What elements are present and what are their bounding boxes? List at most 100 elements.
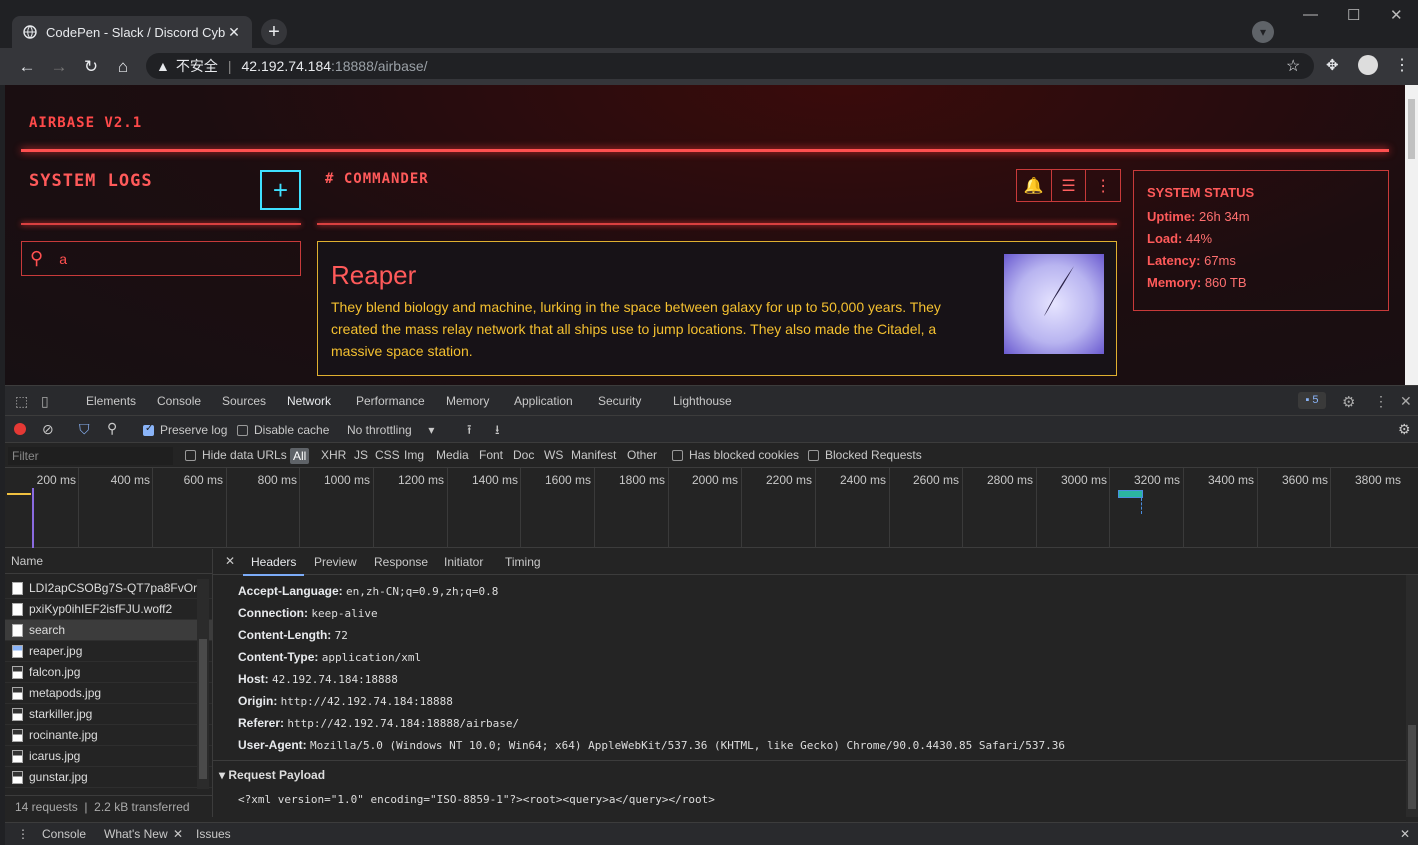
request-row[interactable]: falcon.jpg: [5, 662, 212, 683]
request-row[interactable]: reaper.jpg: [5, 641, 212, 662]
header-line: Connection: keep-alive: [238, 606, 378, 620]
disable-cache-checkbox[interactable]: Disable cache: [237, 423, 329, 437]
preserve-log-checkbox[interactable]: Preserve log: [143, 423, 227, 437]
tab-lighthouse[interactable]: Lighthouse: [673, 394, 732, 408]
drawer-menu-icon[interactable]: ⋮: [17, 827, 29, 841]
close-window-icon[interactable]: ✕: [1390, 6, 1403, 24]
type-filter-css[interactable]: CSS: [375, 448, 400, 462]
request-row[interactable]: starkiller.jpg: [5, 704, 212, 725]
settings-gear-icon[interactable]: ⚙: [1342, 393, 1355, 411]
tab-initiator[interactable]: Initiator: [444, 555, 483, 569]
type-filter-img[interactable]: Img: [404, 448, 424, 462]
type-filter-all[interactable]: All: [290, 448, 310, 464]
detail-scrollbar[interactable]: [1406, 575, 1418, 817]
tab-security[interactable]: Security: [598, 394, 641, 408]
header-line: Accept-Language: en,zh-CN;q=0.9,zh;q=0.8: [238, 584, 499, 598]
close-whats-new-icon[interactable]: ✕: [173, 827, 183, 841]
browser-menu-icon[interactable]: ⋮: [1394, 55, 1410, 75]
clear-icon[interactable]: ⊘: [42, 421, 54, 438]
request-row[interactable]: pxiKyp0ihIEF2isfFJU.woff2: [5, 599, 212, 620]
request-list-scroll-thumb[interactable]: [199, 639, 207, 779]
tab-elements[interactable]: Elements: [86, 394, 136, 408]
address-bar[interactable]: ▲ 不安全 | 42.192.74.184:18888/airbase/: [146, 53, 1314, 79]
hide-data-urls-checkbox[interactable]: Hide data URLs: [185, 448, 287, 462]
notification-bell-icon[interactable]: 🔔: [1017, 170, 1052, 201]
request-row[interactable]: icarus.jpg: [5, 746, 212, 767]
tab-headers[interactable]: Headers: [242, 555, 305, 576]
page-scroll-thumb[interactable]: [1408, 99, 1415, 159]
network-timeline[interactable]: 200 ms 400 ms 600 ms 800 ms 1000 ms 1200…: [5, 468, 1418, 548]
close-drawer-icon[interactable]: ✕: [1400, 827, 1410, 841]
detail-scroll-thumb[interactable]: [1408, 725, 1416, 809]
type-filter-ws[interactable]: WS: [544, 448, 563, 462]
tab-timing[interactable]: Timing: [505, 555, 541, 569]
type-filter-manifest[interactable]: Manifest: [571, 448, 616, 462]
tab-memory[interactable]: Memory: [446, 394, 489, 408]
timeline-load-marker: [1141, 498, 1142, 514]
drawer-tab-issues[interactable]: Issues: [196, 827, 231, 841]
device-toggle-icon[interactable]: ▯: [41, 393, 49, 410]
bookmark-star-icon[interactable]: ☆: [1286, 56, 1300, 76]
devtools-panel: ⬚ ▯ Elements Console Sources Network Per…: [5, 385, 1418, 845]
maximize-icon[interactable]: ☐: [1347, 6, 1360, 24]
request-row[interactable]: gunstar.jpg: [5, 767, 212, 788]
drawer-tab-console[interactable]: Console: [42, 827, 86, 841]
export-har-icon[interactable]: ⭳: [495, 421, 500, 443]
network-settings-icon[interactable]: ⚙: [1398, 421, 1411, 438]
network-toolbar: ⊘ ⛉ ⚲ Preserve log Disable cache No thro…: [5, 416, 1418, 443]
tab-sources[interactable]: Sources: [222, 394, 266, 408]
type-filter-other[interactable]: Other: [627, 448, 657, 462]
issues-badge[interactable]: ▪ 5: [1298, 392, 1326, 409]
request-row[interactable]: LDI2apCSOBg7S-QT7pa8FvOre.: [5, 578, 212, 599]
inspect-icon[interactable]: ⬚: [15, 393, 28, 410]
tab-console[interactable]: Console: [157, 394, 201, 408]
filter-icon[interactable]: ⛉: [79, 421, 90, 438]
import-har-icon[interactable]: ⭱: [467, 421, 472, 443]
extensions-icon[interactable]: ✥: [1326, 56, 1339, 74]
browser-tab[interactable]: CodePen - Slack / Discord Cyb ✕: [12, 16, 252, 48]
more-options-icon[interactable]: ⋮: [1086, 170, 1120, 201]
type-filter-js[interactable]: JS: [354, 448, 368, 462]
status-title: SYSTEM STATUS: [1147, 185, 1255, 200]
profile-avatar[interactable]: [1358, 55, 1378, 75]
record-icon[interactable]: [14, 423, 26, 435]
tab-network[interactable]: Network: [276, 394, 342, 418]
drawer-tab-whats-new[interactable]: What's New: [104, 827, 168, 841]
request-row[interactable]: rocinante.jpg: [5, 725, 212, 746]
search-network-icon[interactable]: ⚲: [107, 420, 117, 437]
request-row[interactable]: search: [5, 620, 212, 641]
tab-application[interactable]: Application: [514, 394, 573, 408]
type-filter-font[interactable]: Font: [479, 448, 503, 462]
request-payload-toggle[interactable]: ▾ Request Payload: [219, 768, 325, 782]
filter-input[interactable]: Filter: [8, 447, 173, 465]
home-icon[interactable]: ⌂: [112, 56, 134, 78]
request-row[interactable]: metapods.jpg: [5, 683, 212, 704]
new-tab-button[interactable]: +: [261, 19, 287, 45]
type-filter-doc[interactable]: Doc: [513, 448, 534, 462]
close-devtools-icon[interactable]: ✕: [1400, 393, 1412, 410]
forward-icon[interactable]: →: [48, 56, 70, 78]
request-list-scrollbar[interactable]: [197, 579, 209, 789]
search-input[interactable]: ⚲ a: [21, 241, 301, 276]
tab-preview[interactable]: Preview: [314, 555, 357, 569]
tab-response[interactable]: Response: [374, 555, 428, 569]
type-filter-media[interactable]: Media: [436, 448, 469, 462]
type-filter-xhr[interactable]: XHR: [321, 448, 346, 462]
back-icon[interactable]: ←: [16, 56, 38, 78]
name-column-header[interactable]: Name: [5, 549, 212, 574]
add-log-button[interactable]: +: [260, 170, 301, 210]
devtools-menu-icon[interactable]: ⋮: [1374, 393, 1388, 410]
reload-icon[interactable]: ↻: [80, 56, 102, 78]
throttling-select[interactable]: No throttling ▾: [347, 423, 434, 437]
tab-close-icon[interactable]: ✕: [226, 24, 242, 41]
status-row-latency: Latency: 67ms: [1147, 253, 1236, 268]
close-detail-icon[interactable]: ✕: [225, 554, 235, 568]
page-scrollbar[interactable]: [1405, 85, 1418, 385]
sliders-icon[interactable]: ☰: [1052, 170, 1087, 201]
blocked-requests-checkbox[interactable]: Blocked Requests: [808, 448, 922, 462]
tab-search-icon[interactable]: ▾: [1252, 21, 1274, 43]
status-row-load: Load: 44%: [1147, 231, 1213, 246]
blocked-cookies-checkbox[interactable]: Has blocked cookies: [672, 448, 799, 462]
tab-performance[interactable]: Performance: [356, 394, 425, 408]
minimize-icon[interactable]: —: [1303, 6, 1318, 23]
